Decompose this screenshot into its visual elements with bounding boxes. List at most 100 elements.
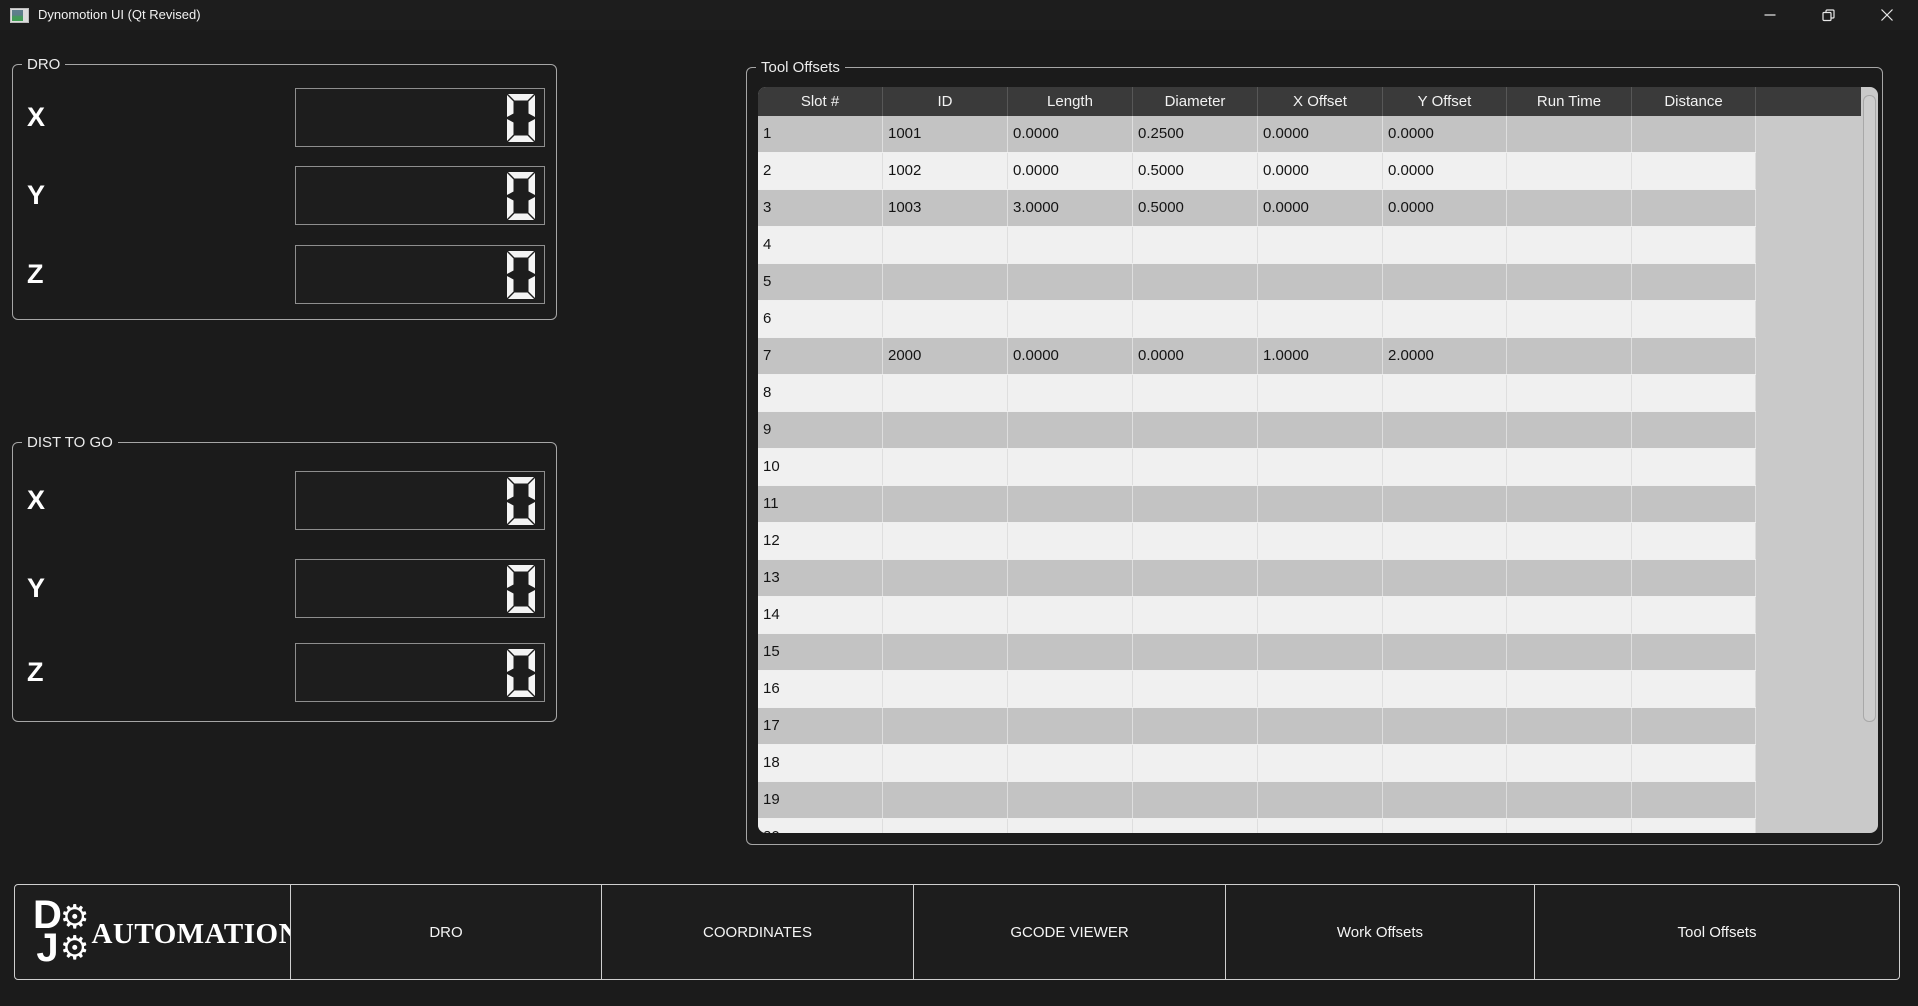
cell-distance[interactable] (1632, 301, 1756, 337)
cell-x_offset[interactable] (1258, 671, 1383, 707)
cell-length[interactable]: 0.0000 (1008, 338, 1133, 374)
cell-y_offset[interactable] (1383, 523, 1507, 559)
cell-length[interactable] (1008, 708, 1133, 744)
cell-x_offset[interactable] (1258, 486, 1383, 522)
cell-diameter[interactable] (1133, 264, 1258, 300)
cell-id[interactable] (883, 301, 1008, 337)
cell-slot[interactable]: 10 (758, 449, 883, 485)
cell-run_time[interactable] (1507, 412, 1632, 448)
nav-button-dro[interactable]: DRO (290, 884, 602, 980)
cell-slot[interactable]: 20 (758, 819, 883, 833)
column-header-slot[interactable]: Slot # (758, 87, 883, 116)
close-button[interactable] (1858, 0, 1916, 30)
cell-distance[interactable] (1632, 782, 1756, 818)
cell-slot[interactable]: 2 (758, 153, 883, 189)
cell-y_offset[interactable]: 2.0000 (1383, 338, 1507, 374)
cell-id[interactable] (883, 560, 1008, 596)
cell-slot[interactable]: 4 (758, 227, 883, 263)
cell-y_offset[interactable] (1383, 597, 1507, 633)
cell-id[interactable] (883, 671, 1008, 707)
cell-y_offset[interactable] (1383, 708, 1507, 744)
cell-length[interactable] (1008, 597, 1133, 633)
cell-run_time[interactable] (1507, 819, 1632, 833)
cell-id[interactable] (883, 782, 1008, 818)
nav-button-coordinates[interactable]: COORDINATES (601, 884, 914, 980)
cell-slot[interactable]: 15 (758, 634, 883, 670)
cell-length[interactable] (1008, 486, 1133, 522)
cell-length[interactable]: 0.0000 (1008, 153, 1133, 189)
cell-y_offset[interactable] (1383, 375, 1507, 411)
cell-run_time[interactable] (1507, 560, 1632, 596)
cell-id[interactable] (883, 264, 1008, 300)
cell-diameter[interactable] (1133, 412, 1258, 448)
cell-run_time[interactable] (1507, 190, 1632, 226)
column-header-length[interactable]: Length (1008, 87, 1133, 116)
column-header-x_offset[interactable]: X Offset (1258, 87, 1383, 116)
cell-x_offset[interactable] (1258, 634, 1383, 670)
cell-run_time[interactable] (1507, 634, 1632, 670)
cell-diameter[interactable]: 0.2500 (1133, 116, 1258, 152)
cell-slot[interactable]: 3 (758, 190, 883, 226)
cell-distance[interactable] (1632, 486, 1756, 522)
cell-run_time[interactable] (1507, 153, 1632, 189)
cell-id[interactable] (883, 634, 1008, 670)
cell-slot[interactable]: 13 (758, 560, 883, 596)
cell-length[interactable] (1008, 523, 1133, 559)
cell-slot[interactable]: 6 (758, 301, 883, 337)
cell-slot[interactable]: 9 (758, 412, 883, 448)
cell-diameter[interactable] (1133, 634, 1258, 670)
column-header-diameter[interactable]: Diameter (1133, 87, 1258, 116)
cell-distance[interactable] (1632, 560, 1756, 596)
cell-diameter[interactable] (1133, 227, 1258, 263)
cell-run_time[interactable] (1507, 708, 1632, 744)
cell-x_offset[interactable] (1258, 819, 1383, 833)
cell-distance[interactable] (1632, 412, 1756, 448)
cell-length[interactable] (1008, 782, 1133, 818)
cell-id[interactable] (883, 745, 1008, 781)
cell-distance[interactable] (1632, 375, 1756, 411)
cell-length[interactable] (1008, 634, 1133, 670)
cell-diameter[interactable] (1133, 597, 1258, 633)
cell-y_offset[interactable] (1383, 671, 1507, 707)
cell-distance[interactable] (1632, 116, 1756, 152)
cell-y_offset[interactable] (1383, 301, 1507, 337)
cell-x_offset[interactable] (1258, 227, 1383, 263)
cell-diameter[interactable] (1133, 782, 1258, 818)
cell-x_offset[interactable] (1258, 597, 1383, 633)
cell-distance[interactable] (1632, 634, 1756, 670)
cell-slot[interactable]: 1 (758, 116, 883, 152)
cell-diameter[interactable] (1133, 486, 1258, 522)
cell-y_offset[interactable] (1383, 486, 1507, 522)
cell-diameter[interactable] (1133, 449, 1258, 485)
cell-slot[interactable]: 8 (758, 375, 883, 411)
nav-button-gcode-viewer[interactable]: GCODE VIEWER (913, 884, 1226, 980)
cell-y_offset[interactable] (1383, 745, 1507, 781)
cell-diameter[interactable] (1133, 819, 1258, 833)
cell-distance[interactable] (1632, 819, 1756, 833)
cell-id[interactable] (883, 597, 1008, 633)
cell-diameter[interactable]: 0.0000 (1133, 338, 1258, 374)
cell-distance[interactable] (1632, 671, 1756, 707)
vertical-scrollbar[interactable] (1860, 87, 1878, 833)
cell-distance[interactable] (1632, 523, 1756, 559)
cell-id[interactable] (883, 375, 1008, 411)
cell-slot[interactable]: 16 (758, 671, 883, 707)
cell-diameter[interactable]: 0.5000 (1133, 190, 1258, 226)
nav-button-work-offsets[interactable]: Work Offsets (1225, 884, 1535, 980)
cell-x_offset[interactable]: 0.0000 (1258, 153, 1383, 189)
cell-distance[interactable] (1632, 264, 1756, 300)
cell-length[interactable] (1008, 819, 1133, 833)
cell-x_offset[interactable]: 1.0000 (1258, 338, 1383, 374)
cell-x_offset[interactable] (1258, 264, 1383, 300)
cell-id[interactable] (883, 486, 1008, 522)
column-header-distance[interactable]: Distance (1632, 87, 1756, 116)
cell-length[interactable] (1008, 375, 1133, 411)
column-header-y_offset[interactable]: Y Offset (1383, 87, 1507, 116)
cell-x_offset[interactable] (1258, 375, 1383, 411)
cell-slot[interactable]: 19 (758, 782, 883, 818)
cell-x_offset[interactable] (1258, 523, 1383, 559)
cell-length[interactable]: 3.0000 (1008, 190, 1133, 226)
cell-diameter[interactable] (1133, 523, 1258, 559)
cell-length[interactable] (1008, 264, 1133, 300)
cell-length[interactable] (1008, 745, 1133, 781)
